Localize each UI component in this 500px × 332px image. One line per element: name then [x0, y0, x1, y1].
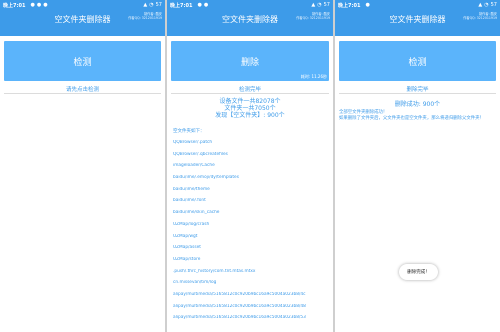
notification-icon: ●	[203, 1, 209, 8]
delete-button-label: 删除	[240, 57, 259, 68]
divider	[4, 93, 161, 94]
battery-level: 57	[155, 1, 162, 8]
notification-icon: ●	[197, 1, 202, 8]
folder-item[interactable]: alipay/multimedia/5165812c0c920b9bc16a9c…	[173, 315, 329, 327]
status-text: 请先点击检测	[65, 87, 99, 93]
folder-item[interactable]: UZMap/log/crash	[173, 222, 329, 234]
app-author: 作者QQ: 3212011919	[463, 16, 497, 20]
detect-button-label: 检测	[408, 57, 427, 68]
detect-button-label: 检测	[73, 57, 92, 68]
status-text: 检测完毕	[238, 87, 261, 93]
screen-detected: 晚上7:01 ● ● ▲ ◔ 57 空文件夹删除器 制作者: 酷安 作者QQ: …	[167, 0, 333, 332]
total-folders: 文件夹一共7050个	[224, 105, 276, 112]
divider	[339, 93, 496, 94]
wifi-icon: ◔	[484, 1, 489, 8]
folder-item[interactable]: QQBrowser/.qbcreatefiles	[173, 152, 329, 164]
folder-item[interactable]: baidu/ime/.emoji/dy/templates	[173, 175, 329, 187]
status-time: 晚上7:01	[338, 2, 361, 9]
folder-item[interactable]: UZMap/store	[173, 257, 329, 269]
folder-item[interactable]: QQBrowser/.patch	[173, 140, 329, 152]
screen-initial: 晚上7:01 ● ● ● ▲ ◔ 57 空文件夹删除器 制作者: 酷安 作者QQ…	[0, 0, 165, 332]
total-files: 设备文件一共82078个	[219, 98, 281, 105]
status-time: 晚上7:01	[3, 2, 26, 9]
empty-folder-count: 发现【空文件夹】: 900个	[215, 112, 285, 119]
notification-icon: ●	[365, 1, 370, 8]
folder-item[interactable]: UZMap/wgt	[173, 234, 329, 246]
app-bar: 空文件夹删除器 制作者: 酷安 作者QQ: 3212011919	[0, 10, 165, 36]
folder-item[interactable]: baidu/ime/skin_cache	[173, 210, 329, 222]
empty-folder-list[interactable]: QQBrowser/.patch QQBrowser/.qbcreatefiles…	[173, 140, 329, 327]
battery-level: 57	[323, 1, 330, 8]
app-bar: 空文件夹删除器 制作者: 酷安 作者QQ: 3212011919	[167, 10, 333, 36]
delete-result: 删除成功: 900个	[394, 101, 441, 108]
note-line: 如果删除了文件夹后，父文件夹也是空文件夹，那么将递归删除父文件夹！	[339, 115, 484, 121]
detect-button[interactable]: 检测	[4, 41, 161, 81]
detect-button[interactable]: 检测	[339, 41, 496, 81]
signal-icon: ▲	[311, 1, 316, 8]
status-text: 删除完毕	[406, 87, 429, 93]
notification-icon: ●	[43, 1, 48, 8]
status-bar: 晚上7:01 ● ● ● ▲ ◔ 57	[0, 0, 165, 10]
app-title: 空文件夹删除器	[222, 15, 278, 24]
folder-item[interactable]: .push/.thrc_history/com.tnt.mtas.mtxx	[173, 269, 329, 281]
status-bar: 晚上7:01 ● ▲ ◔ 57	[335, 0, 500, 10]
signal-icon: ▲	[143, 1, 148, 8]
wifi-icon: ◔	[149, 1, 154, 8]
notification-icon: ●	[30, 1, 35, 8]
app-bar: 空文件夹删除器 制作者: 酷安 作者QQ: 3212011919	[335, 10, 500, 36]
notification-icon: ●	[36, 1, 42, 8]
toast-message: 删除完成！	[399, 264, 438, 280]
folder-item[interactable]: baidu/ime/theme	[173, 187, 329, 199]
status-time: 晚上7:01	[170, 2, 193, 9]
divider	[171, 93, 329, 94]
signal-icon: ▲	[478, 1, 483, 8]
app-title: 空文件夹删除器	[389, 15, 446, 24]
status-bar: 晚上7:01 ● ● ▲ ◔ 57	[167, 0, 333, 10]
folder-item[interactable]: alipay/multimedia/5165812c0c920b9bc16a9c…	[173, 292, 329, 304]
elapsed-time: 耗时: 11.26秒	[300, 74, 327, 79]
folder-item[interactable]: alipay/multimedia/5165812c0c920b9bc16a9c…	[173, 304, 329, 316]
scan-summary: 设备文件一共82078个 文件夹一共7050个 发现【空文件夹】: 900个	[167, 98, 333, 119]
folder-item[interactable]: imageloader/Cache	[173, 163, 329, 175]
screenshot-row: 晚上7:01 ● ● ● ▲ ◔ 57 空文件夹删除器 制作者: 酷安 作者QQ…	[0, 0, 500, 332]
folder-item[interactable]: baidu/ime/.font	[173, 198, 329, 210]
battery-level: 57	[490, 1, 497, 8]
screen-deleted: 晚上7:01 ● ▲ ◔ 57 空文件夹删除器 制作者: 酷安 作者QQ: 32…	[335, 0, 500, 332]
app-title: 空文件夹删除器	[54, 15, 111, 24]
app-author: 作者QQ: 3212011919	[296, 16, 330, 20]
folder-item[interactable]: UZMap/asset	[173, 245, 329, 257]
delete-button[interactable]: 删除 耗时: 11.26秒	[171, 41, 329, 81]
delete-note: 全部空文件夹删除成功！ 如果删除了文件夹后，父文件夹也是空文件夹，那么将递归删除父…	[339, 110, 492, 121]
list-header: 空文件夹如下：	[173, 129, 205, 134]
wifi-icon: ◔	[317, 1, 322, 8]
app-author: 作者QQ: 3212011919	[128, 16, 162, 20]
folder-item[interactable]: cn.missevan/tim/log	[173, 280, 329, 292]
